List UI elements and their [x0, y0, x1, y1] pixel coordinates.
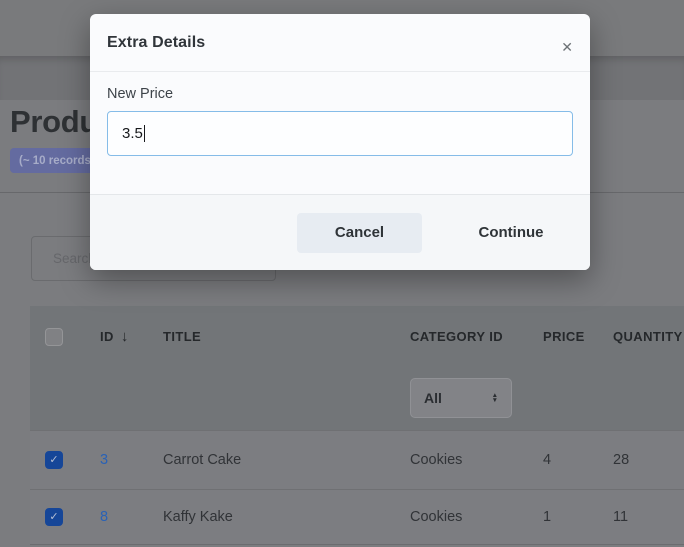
modal-footer: Cancel Continue [90, 194, 590, 270]
new-price-value: 3.5 [122, 125, 143, 142]
modal-header: Extra Details [90, 14, 590, 72]
cancel-button[interactable]: Cancel [297, 213, 422, 253]
text-cursor [144, 125, 145, 142]
new-price-input[interactable]: 3.5 [107, 111, 573, 156]
new-price-label: New Price [107, 86, 573, 102]
modal-title: Extra Details [107, 34, 205, 52]
screen: Products (~ 10 records) ID↓ TITLE CATEGO… [0, 0, 684, 547]
modal-body: New Price 3.5 [90, 72, 590, 156]
extra-details-modal: Extra Details ✕ New Price 3.5 Cancel Con… [90, 14, 590, 270]
continue-button[interactable]: Continue [456, 213, 566, 253]
close-icon[interactable]: ✕ [559, 38, 575, 56]
